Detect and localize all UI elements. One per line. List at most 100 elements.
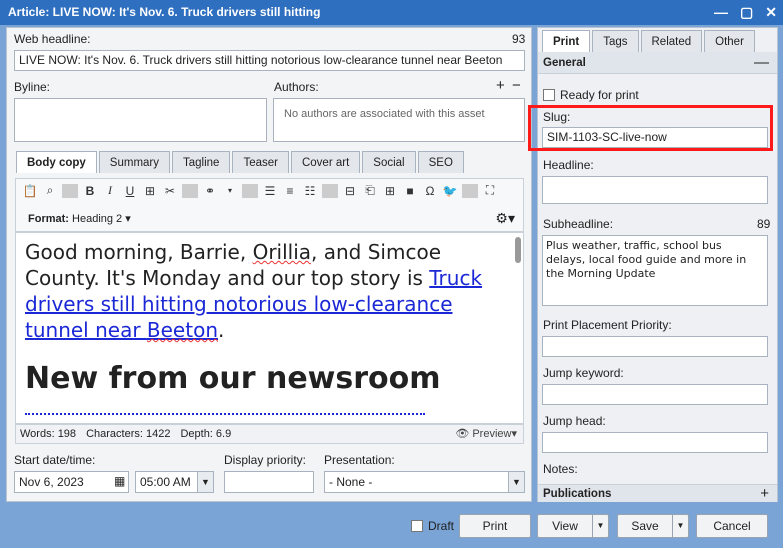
word-count: Words: 198 bbox=[20, 428, 77, 440]
cancel-button[interactable]: Cancel bbox=[696, 514, 768, 538]
window-title: Article: LIVE NOW: It's Nov. 6. Truck dr… bbox=[8, 5, 321, 19]
jump-keyword-input[interactable] bbox=[542, 384, 768, 405]
side-tabs: Print Tags Related Other bbox=[542, 30, 755, 52]
subheadline-input[interactable]: Plus weather, traffic, school bus delays… bbox=[542, 235, 768, 306]
settings-gear-icon[interactable]: ⚙▾ bbox=[495, 210, 515, 227]
tab-teaser[interactable]: Teaser bbox=[232, 151, 289, 173]
add-author-icon[interactable]: + bbox=[496, 77, 505, 94]
presentation-label: Presentation: bbox=[324, 453, 395, 467]
depth-value: Depth: 6.9 bbox=[180, 428, 232, 440]
window-titlebar: Article: LIVE NOW: It's Nov. 6. Truck dr… bbox=[0, 0, 783, 25]
article-window: Article: LIVE NOW: It's Nov. 6. Truck dr… bbox=[0, 0, 783, 548]
close-icon[interactable]: ✕ bbox=[765, 0, 777, 25]
side-panel: Print Tags Related Other General — Ready… bbox=[537, 27, 778, 502]
editor-toolbar: 📋 ⌕ B I U ⊞ ✂ ⚭ ▾ ☰ ≡ ☷ ⊟ ⎗ ⊞ ■ Ω 🐦 ⛶ Fo… bbox=[15, 178, 524, 232]
general-section-header[interactable]: General — bbox=[538, 52, 777, 74]
eye-icon: 👁 bbox=[455, 428, 473, 440]
main-panel: Web headline: 93 LIVE NOW: It's Nov. 6. … bbox=[6, 27, 532, 502]
byline-input[interactable] bbox=[14, 98, 267, 142]
jump-head-label: Jump head: bbox=[543, 414, 606, 428]
body-editor[interactable]: Good morning, Barrie, Orillia, and Simco… bbox=[15, 232, 524, 424]
save-dropdown-icon[interactable]: ▼ bbox=[672, 515, 688, 537]
find-replace-icon[interactable]: ⌕ bbox=[42, 183, 58, 198]
start-date-label: Start date/time: bbox=[14, 453, 96, 467]
bold-icon[interactable]: B bbox=[82, 184, 98, 198]
headline-label: Headline: bbox=[543, 158, 594, 172]
tab-seo[interactable]: SEO bbox=[417, 151, 464, 173]
tab-social[interactable]: Social bbox=[362, 151, 416, 173]
view-dropdown-icon[interactable]: ▼ bbox=[592, 515, 608, 537]
authors-list: No authors are associated with this asse… bbox=[273, 98, 525, 142]
publications-section-header[interactable]: Publications + bbox=[538, 484, 777, 502]
web-headline-input[interactable]: LIVE NOW: It's Nov. 6. Truck drivers sti… bbox=[14, 50, 525, 71]
horizontal-rule-icon[interactable]: ⊟ bbox=[342, 184, 358, 198]
print-placement-input[interactable] bbox=[542, 336, 768, 357]
display-priority-input[interactable] bbox=[224, 471, 314, 493]
cut-icon[interactable]: ✂ bbox=[162, 184, 178, 198]
fullscreen-icon[interactable]: ⛶ bbox=[482, 183, 498, 198]
special-char-icon[interactable]: Ω bbox=[422, 184, 438, 198]
editor-statusbar: Words: 198 Characters: 1422 Depth: 6.9 👁… bbox=[15, 424, 524, 444]
preview-button[interactable]: 👁 Preview▾ bbox=[455, 425, 517, 443]
draft-checkbox[interactable]: Draft bbox=[411, 519, 454, 533]
minimize-icon[interactable]: — bbox=[714, 0, 728, 25]
slug-highlight bbox=[528, 105, 773, 151]
link-dropdown-icon[interactable]: ▾ bbox=[222, 186, 238, 195]
tab-related[interactable]: Related bbox=[640, 30, 703, 52]
collapse-icon[interactable]: — bbox=[754, 52, 769, 74]
remove-author-icon[interactable]: − bbox=[512, 77, 521, 94]
web-headline-label: Web headline: bbox=[14, 32, 91, 46]
subheadline-label: Subheadline: bbox=[543, 217, 614, 231]
tab-tagline[interactable]: Tagline bbox=[172, 151, 231, 173]
authors-label: Authors: bbox=[274, 80, 319, 94]
dialog-footer: Draft Print View ▼ Save ▼ Cancel bbox=[0, 505, 783, 548]
newsroom-heading: New from our newsroom bbox=[25, 361, 441, 396]
checkbox-icon bbox=[543, 89, 555, 101]
table-icon[interactable]: ⊞ bbox=[382, 184, 398, 198]
checkbox-icon bbox=[411, 520, 423, 532]
ready-for-print-checkbox[interactable]: Ready for print bbox=[543, 88, 639, 102]
display-priority-label: Display priority: bbox=[224, 453, 307, 467]
bullet-list-icon[interactable]: ☷ bbox=[302, 184, 318, 198]
link-icon[interactable]: ⚭ bbox=[202, 184, 218, 198]
underline-icon[interactable]: U bbox=[122, 184, 138, 198]
format-value: Heading 2 bbox=[72, 213, 123, 225]
insert-icon[interactable]: ⊞ bbox=[142, 184, 158, 198]
content-tabs: Body copy Summary Tagline Teaser Cover a… bbox=[16, 151, 464, 173]
print-button[interactable]: Print bbox=[459, 514, 531, 538]
tab-print[interactable]: Print bbox=[542, 30, 591, 52]
calendar-icon[interactable]: ▦ bbox=[114, 474, 125, 488]
editor-scrollbar[interactable] bbox=[515, 237, 521, 263]
start-time-select[interactable]: 05:00 AM ▼ bbox=[135, 471, 214, 493]
chevron-down-icon: ▼ bbox=[508, 472, 524, 492]
video-icon[interactable]: ■ bbox=[402, 184, 418, 198]
headline-input[interactable] bbox=[542, 176, 768, 204]
jump-keyword-label: Jump keyword: bbox=[543, 366, 624, 380]
jump-head-input[interactable] bbox=[542, 432, 768, 453]
page-break-icon[interactable]: ⎗ bbox=[362, 183, 378, 198]
chevron-down-icon: ▼ bbox=[197, 472, 213, 492]
print-placement-label: Print Placement Priority: bbox=[543, 318, 672, 332]
tab-body-copy[interactable]: Body copy bbox=[16, 151, 97, 173]
notes-label: Notes: bbox=[543, 462, 578, 476]
maximize-icon[interactable]: ▢ bbox=[740, 0, 753, 25]
add-publication-icon[interactable]: + bbox=[760, 485, 769, 503]
character-count: Characters: 1422 bbox=[86, 428, 171, 440]
tab-summary[interactable]: Summary bbox=[98, 151, 170, 173]
align-icon[interactable]: ☰ bbox=[262, 184, 278, 198]
presentation-select[interactable]: - None - ▼ bbox=[324, 471, 525, 493]
format-selector[interactable]: Format: Heading 2 ▾ bbox=[28, 212, 131, 225]
start-date-input[interactable]: Nov 6, 2023 bbox=[14, 471, 129, 493]
numbered-list-icon[interactable]: ≡ bbox=[282, 184, 298, 198]
chevron-down-icon: ▾ bbox=[125, 213, 131, 225]
italic-icon[interactable]: I bbox=[102, 183, 118, 198]
format-label: Format: bbox=[28, 213, 69, 225]
save-button[interactable]: Save ▼ bbox=[617, 514, 689, 538]
web-headline-count: 93 bbox=[512, 32, 526, 46]
view-button[interactable]: View ▼ bbox=[537, 514, 609, 538]
paste-icon[interactable]: 📋 bbox=[22, 184, 38, 198]
tab-cover-art[interactable]: Cover art bbox=[290, 151, 361, 173]
tab-other[interactable]: Other bbox=[704, 30, 755, 52]
twitter-icon[interactable]: 🐦 bbox=[442, 184, 458, 198]
tab-tags[interactable]: Tags bbox=[592, 30, 639, 52]
